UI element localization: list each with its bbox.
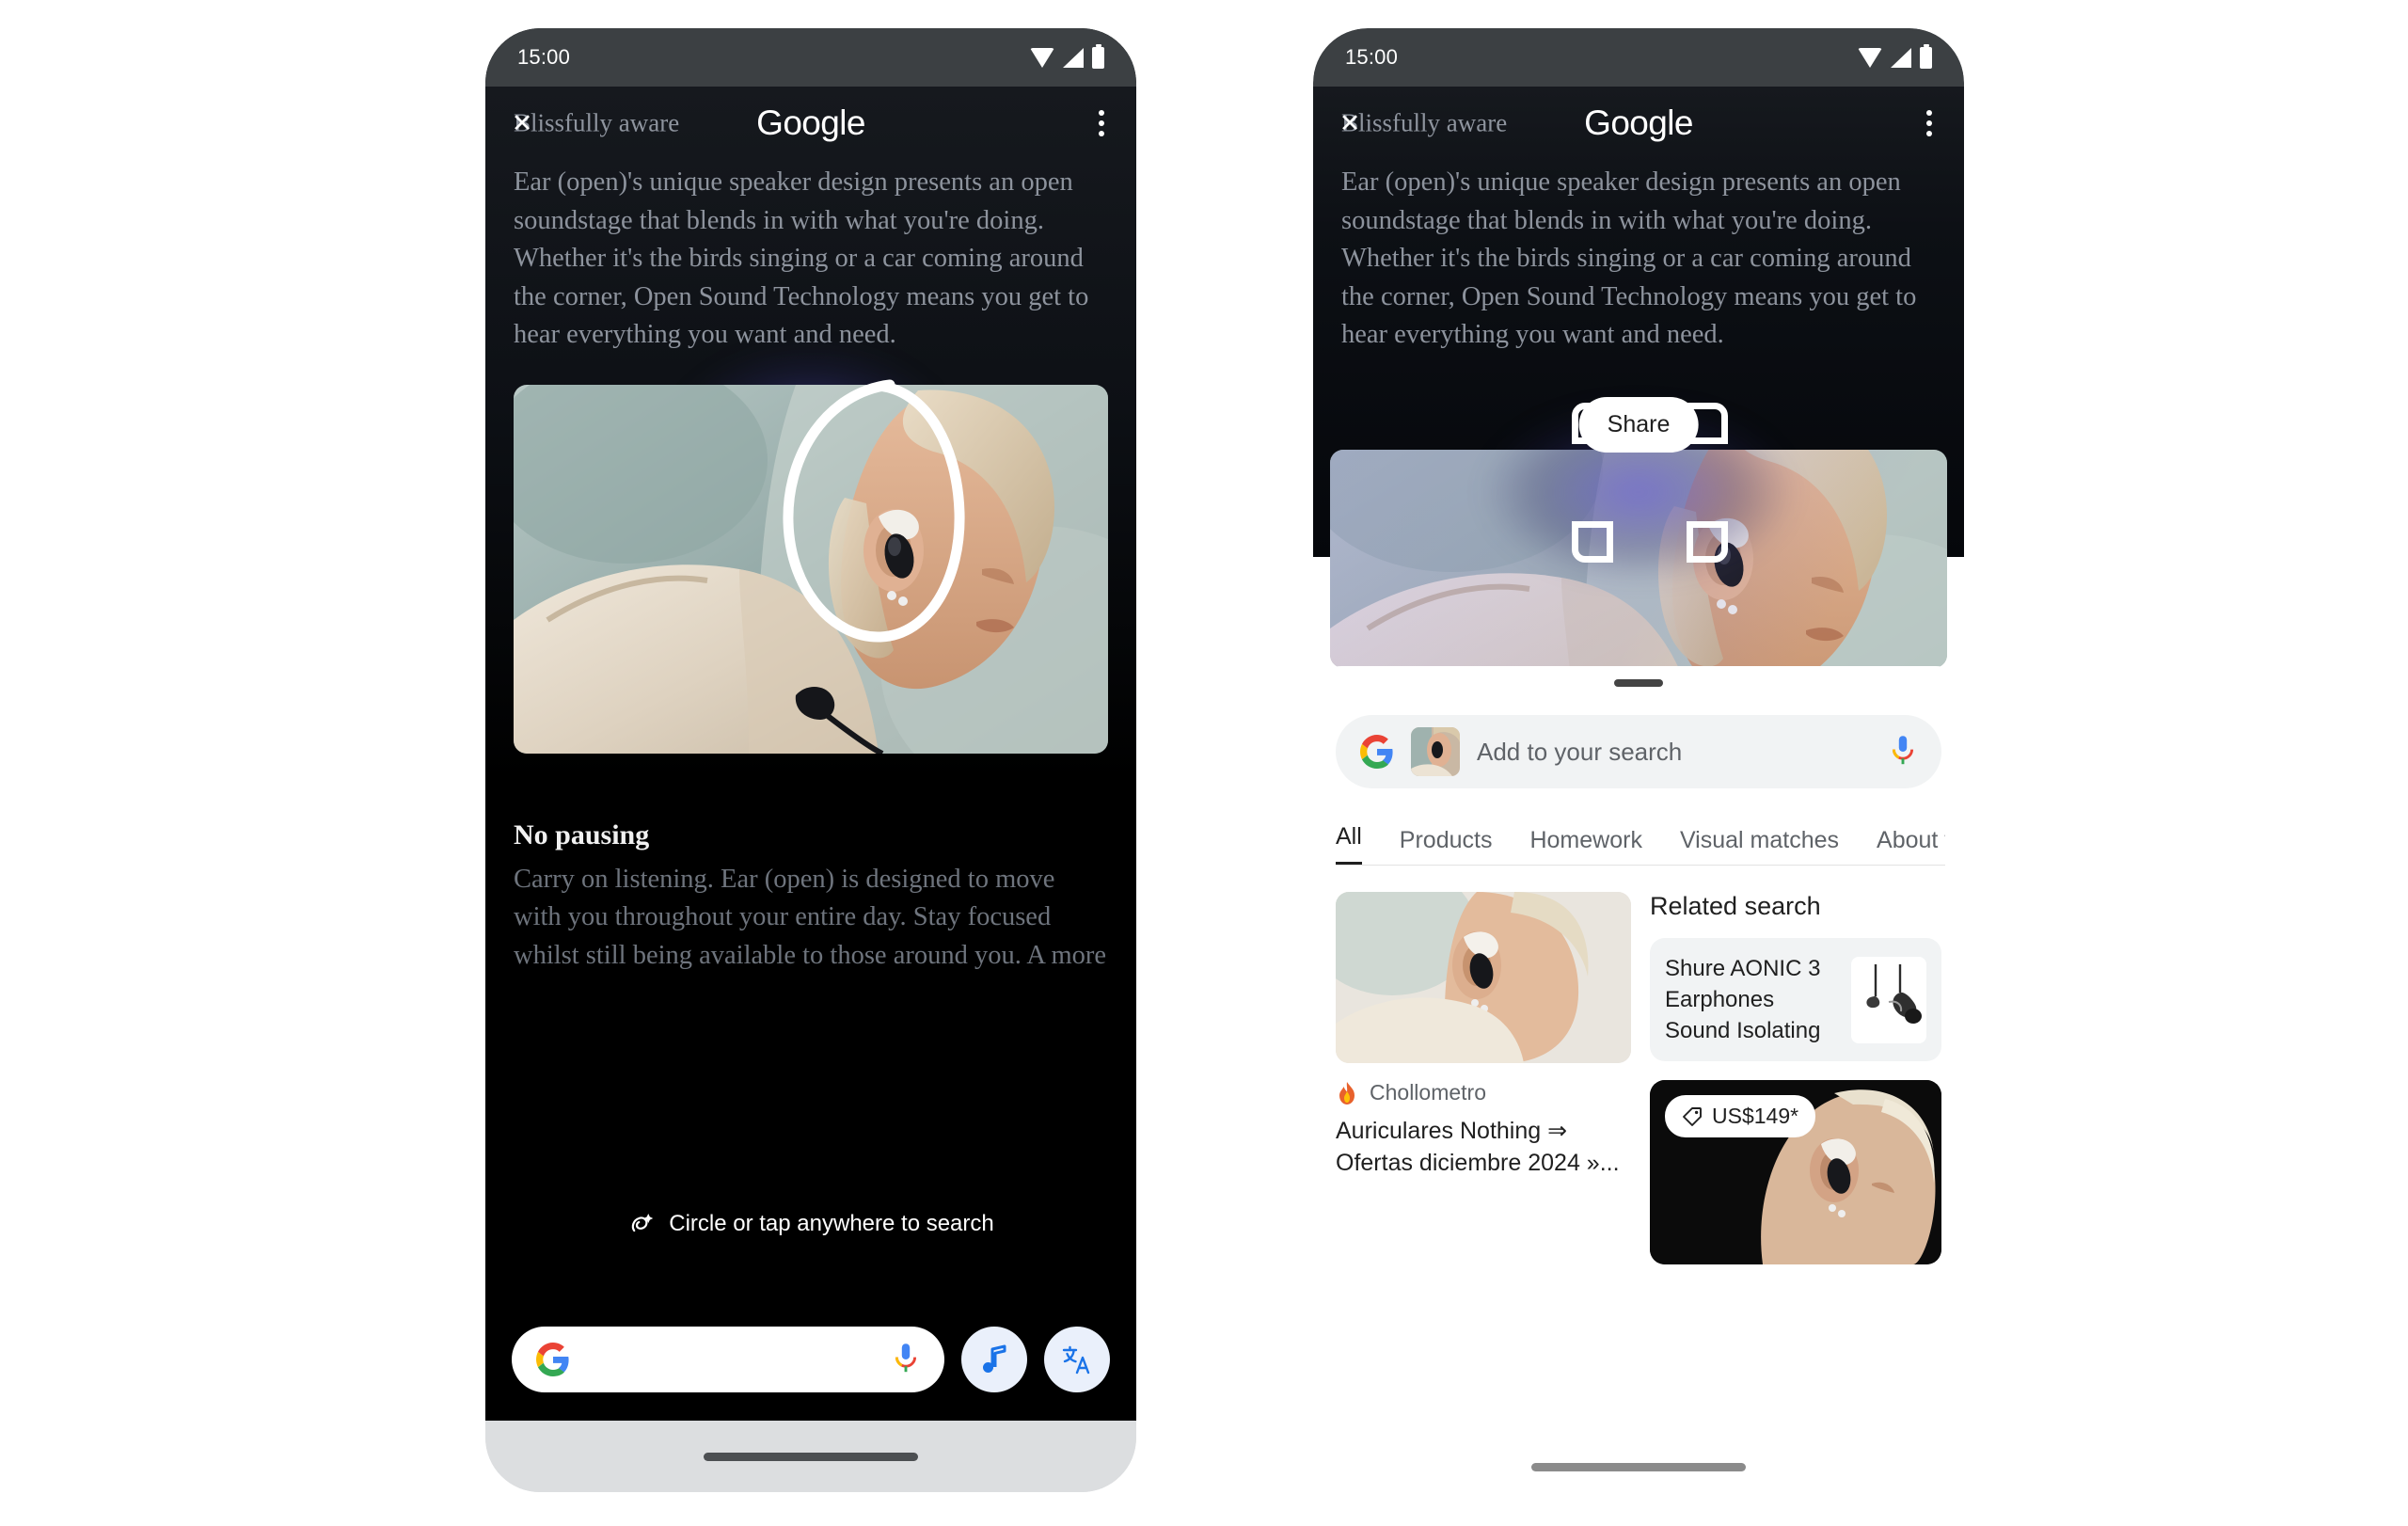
price-badge: US$149*: [1665, 1095, 1816, 1137]
results-bottom-sheet: Add to your search All Products Homework…: [1313, 666, 1964, 1492]
kebab-menu-icon[interactable]: [1926, 110, 1932, 136]
hero-photo: [514, 384, 1108, 754]
product-card[interactable]: US$149*: [1650, 1080, 1941, 1264]
circle-to-search-hint: Circle or tap anywhere to search: [627, 1210, 994, 1238]
circle-to-search-icon: [631, 1214, 654, 1232]
tab-all[interactable]: All: [1336, 823, 1362, 866]
results-tabs: All Products Homework Visual matches Abo…: [1336, 813, 1945, 866]
hint-text: Circle or tap anywhere to search: [669, 1211, 994, 1236]
section-heading: No pausing: [514, 819, 650, 850]
price-tag-icon: [1683, 1106, 1702, 1126]
earphones-thumbnail: [1851, 956, 1926, 1043]
kebab-menu-icon[interactable]: [1099, 110, 1104, 136]
translate-button[interactable]: [1044, 1327, 1110, 1392]
wifi-icon: [1858, 47, 1882, 68]
bottom-sheet-handle[interactable]: [1614, 679, 1663, 687]
translate-icon: [1062, 1345, 1090, 1375]
signal-icon: [1891, 47, 1911, 68]
status-time: 15:00: [1345, 45, 1399, 69]
related-search-heading: Related search: [1650, 892, 1821, 920]
left-phone-device: 15:00 Blissfully aware ✕ Google Ear (ope…: [485, 28, 1136, 1492]
google-wordmark: Google: [1584, 103, 1693, 142]
result-source-row: Chollometro: [1336, 1080, 1631, 1105]
status-icons: [1858, 43, 1932, 69]
page-title: Blissfully aware: [1341, 108, 1508, 137]
home-indicator[interactable]: [1531, 1463, 1746, 1471]
close-icon[interactable]: ✕: [510, 111, 534, 136]
results-column-right: Related search Shure AONIC 3 Earphones S…: [1650, 892, 1941, 1264]
page-title: Blissfully aware: [514, 108, 680, 137]
left-phone-screen: 15:00 Blissfully aware ✕ Google Ear (ope…: [485, 28, 1136, 1421]
results-column-left: Chollometro Auriculares Nothing ⇒ Oferta…: [1336, 892, 1631, 1264]
flame-icon: [1339, 1081, 1354, 1105]
wifi-icon: [1030, 47, 1054, 68]
article-paragraph-1: Ear (open)'s unique speaker design prese…: [514, 167, 1089, 349]
status-time: 15:00: [517, 45, 571, 69]
thumbnail-photo: [1411, 727, 1460, 776]
music-note-icon: [983, 1344, 1006, 1373]
microphone-icon[interactable]: [892, 1343, 920, 1376]
status-bar: 15:00: [485, 28, 1136, 87]
home-indicator[interactable]: [704, 1452, 918, 1461]
microphone-icon[interactable]: [1889, 735, 1917, 769]
google-wordmark: Google: [756, 103, 865, 142]
signal-icon: [1063, 47, 1084, 68]
result-photo: [1336, 892, 1631, 1063]
hero-image-wrap: [514, 344, 1108, 754]
left-home-bar: [485, 1421, 1136, 1492]
right-phone-screen: 15:00 Blissfully aware ✕ Google Ear (ope…: [1313, 28, 1964, 1492]
selected-image-thumbnail[interactable]: [1411, 727, 1460, 776]
right-phone-device: 15:00 Blissfully aware ✕ Google Ear (ope…: [1313, 28, 1964, 1492]
tab-homework[interactable]: Homework: [1529, 827, 1641, 866]
tab-visual-matches[interactable]: Visual matches: [1680, 827, 1839, 866]
screenshot-canvas: 15:00 Blissfully aware ✕ Google Ear (ope…: [0, 0, 2408, 1526]
battery-icon: [1920, 43, 1932, 69]
add-to-search-placeholder: Add to your search: [1477, 737, 1683, 766]
price-value: US$149*: [1712, 1104, 1799, 1128]
music-search-button[interactable]: [961, 1327, 1027, 1392]
article-paragraph-1: Ear (open)'s unique speaker design prese…: [1341, 167, 1917, 349]
related-search-card[interactable]: Shure AONIC 3 Earphones Sound Isolating: [1650, 938, 1941, 1061]
search-input[interactable]: [512, 1327, 944, 1392]
tab-products[interactable]: Products: [1400, 827, 1493, 866]
app-bar-right: Blissfully aware ✕ Google: [1313, 87, 1964, 160]
status-bar-right: 15:00: [1313, 28, 1964, 87]
result-image[interactable]: [1336, 892, 1631, 1063]
close-icon[interactable]: ✕: [1338, 111, 1362, 136]
tab-about-this-image[interactable]: About t: [1877, 827, 1945, 866]
article-paragraph-2: Carry on listening. Ear (open) is design…: [514, 864, 1107, 970]
bottom-action-bar: [485, 1327, 1136, 1392]
earphones-icon: [1866, 963, 1922, 1024]
google-g-icon: [536, 1343, 569, 1376]
share-button[interactable]: Share: [1578, 397, 1699, 453]
app-bar: Blissfully aware ✕ Google: [485, 87, 1136, 160]
google-g-icon: [1360, 735, 1393, 769]
result-title[interactable]: Auriculares Nothing ⇒ Ofertas diciembre …: [1336, 1115, 1631, 1179]
results-grid: Chollometro Auriculares Nothing ⇒ Oferta…: [1336, 892, 1941, 1264]
result-source: Chollometro: [1370, 1080, 1486, 1105]
tabs-divider: [1336, 865, 1945, 866]
related-search-title: Shure AONIC 3 Earphones Sound Isolating: [1665, 956, 1821, 1043]
status-icons: [1030, 43, 1104, 69]
add-to-search-input[interactable]: Add to your search: [1336, 715, 1941, 788]
battery-icon: [1092, 43, 1104, 69]
hero-image[interactable]: [514, 384, 1108, 754]
